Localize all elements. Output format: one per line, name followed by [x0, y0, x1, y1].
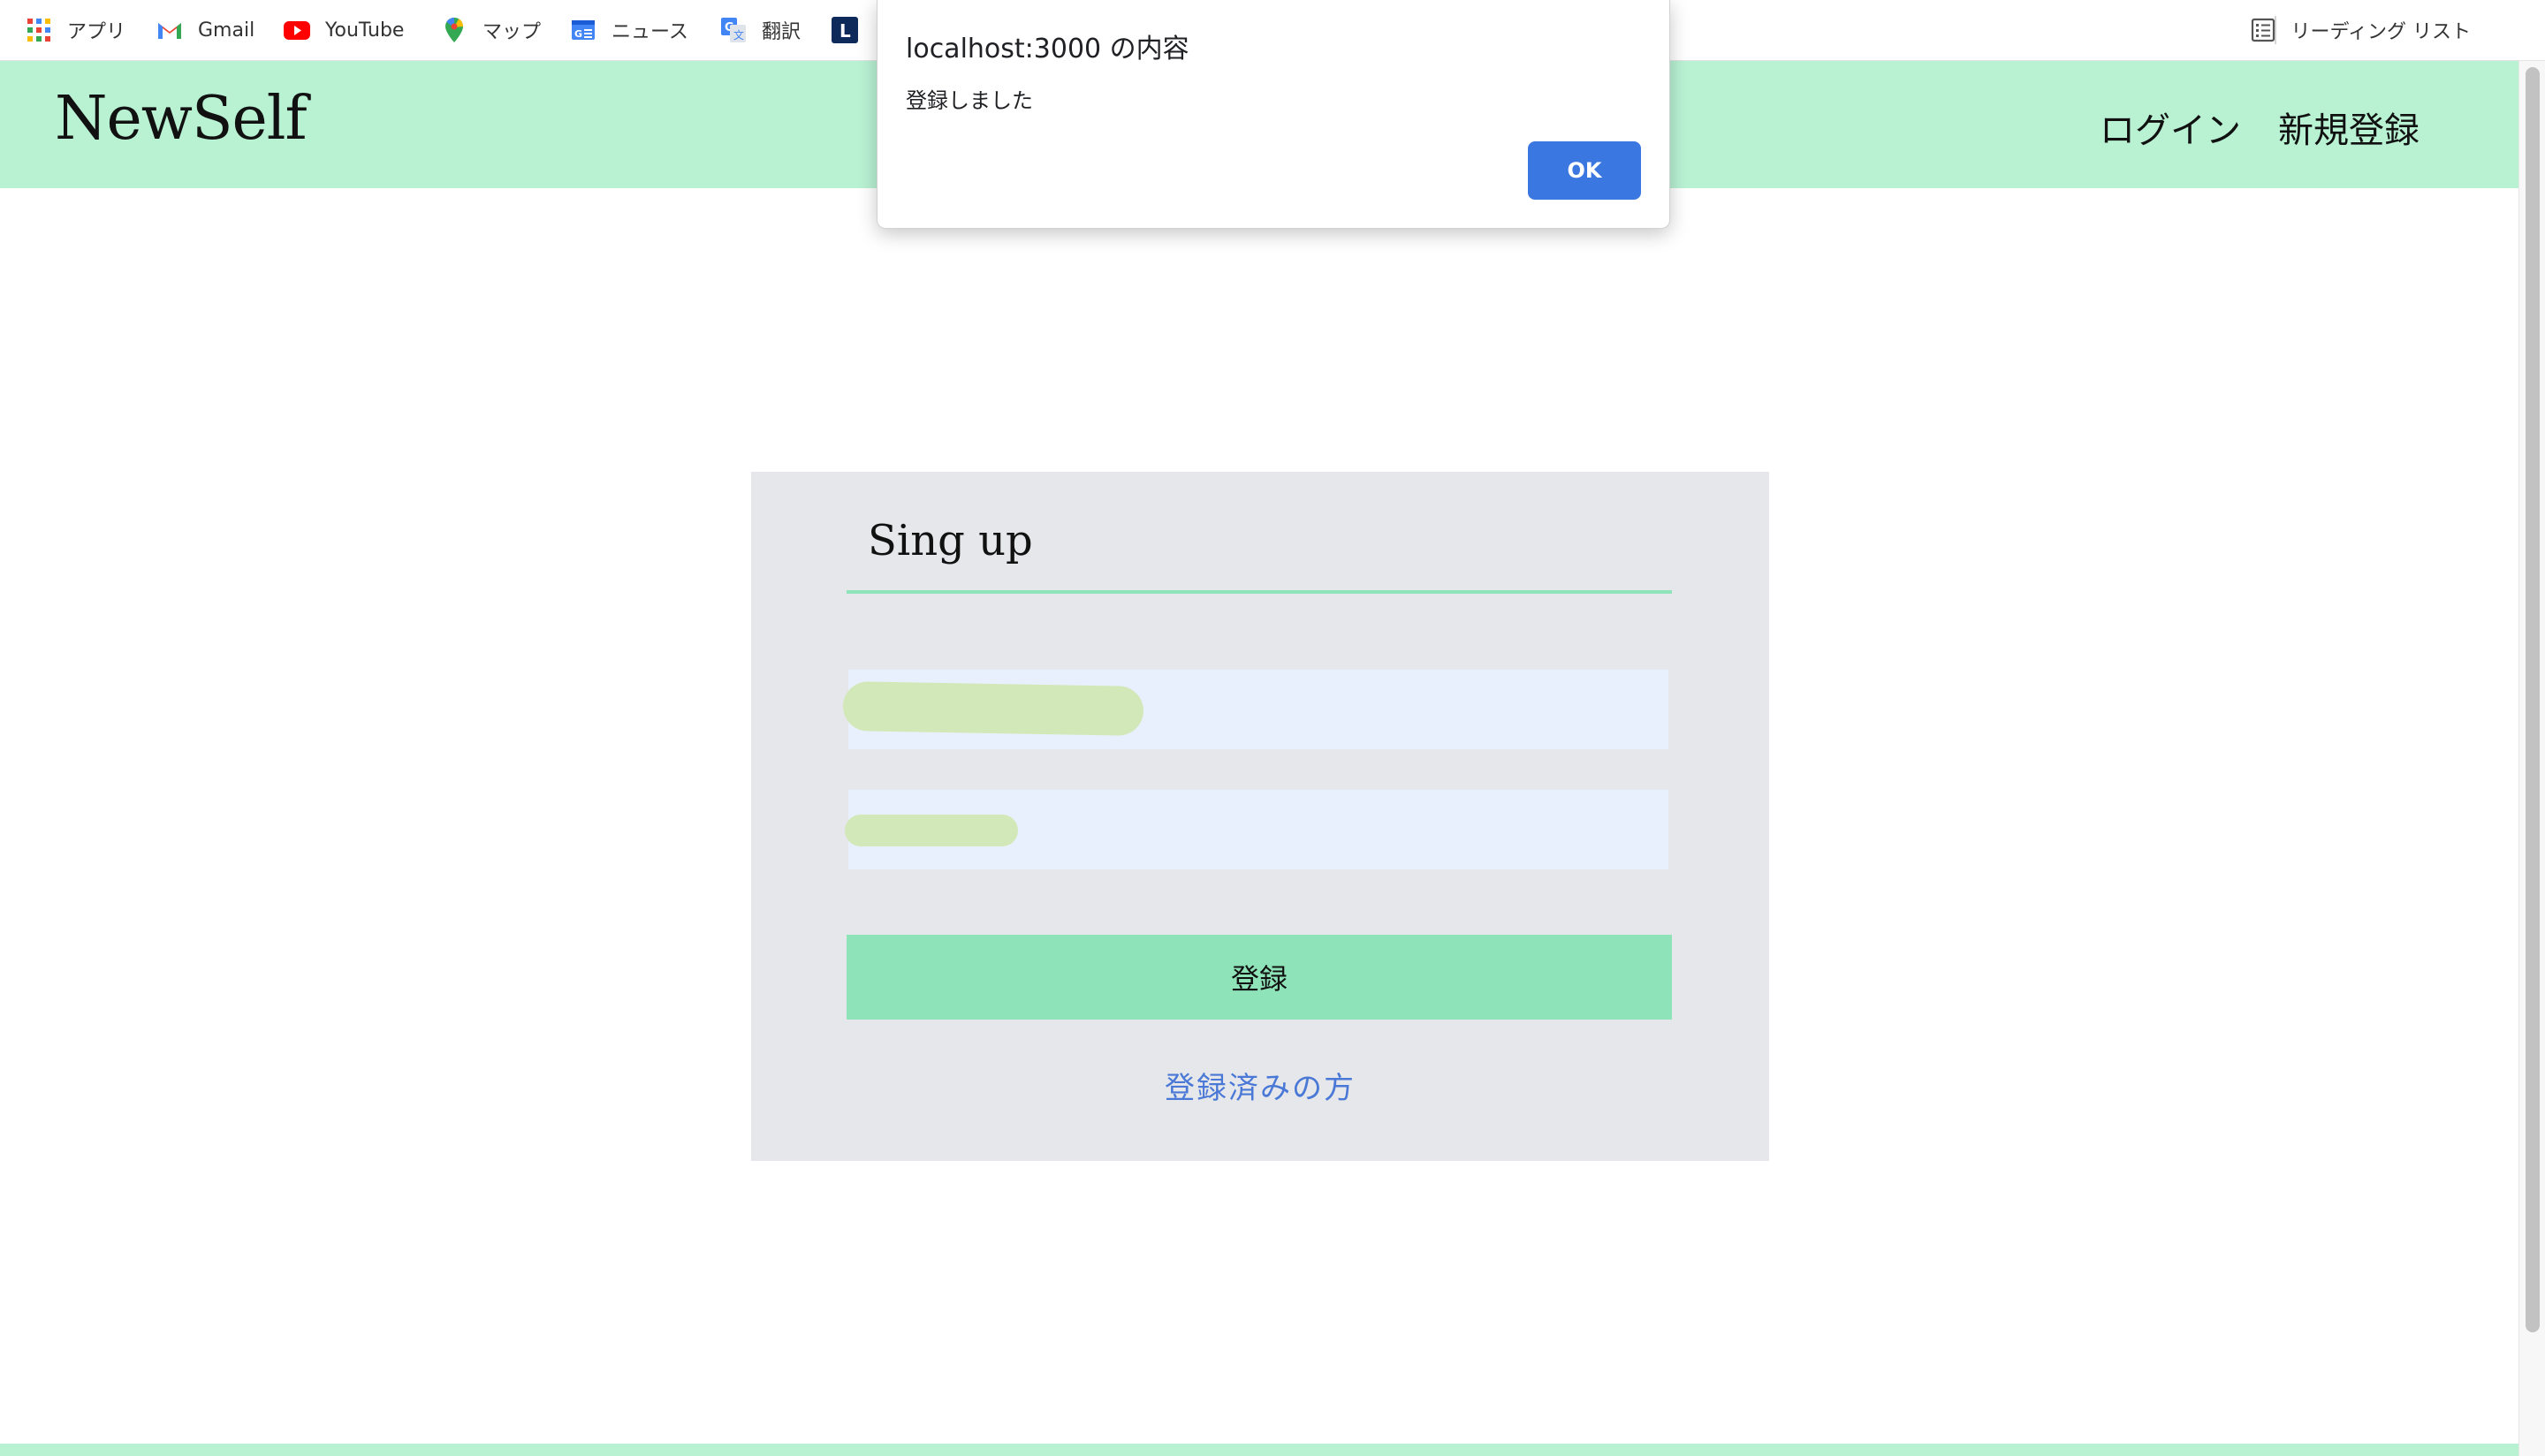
bookmark-label: 翻訳 — [762, 21, 801, 43]
signup-card: Sing up 登録 登録済みの方 — [751, 472, 1769, 1161]
signup-title: Sing up — [868, 516, 1033, 565]
redaction-mark — [845, 815, 1018, 846]
alert-dialog: localhost:3000 の内容 登録しました OK — [877, 0, 1670, 229]
gmail-icon — [156, 16, 184, 44]
bookmark-translate[interactable]: G 文 翻訳 — [719, 12, 801, 48]
site-logo[interactable]: NewSelf — [55, 84, 308, 154]
alert-ok-button[interactable]: OK — [1528, 141, 1641, 200]
bookmark-label: アプリ — [67, 21, 126, 43]
reading-list-icon — [2249, 16, 2277, 44]
svg-text:文: 文 — [733, 28, 744, 42]
bookmark-label: Gmail — [198, 19, 255, 42]
register-button[interactable]: 登録 — [847, 935, 1672, 1020]
reading-list-button[interactable]: リーディング リスト — [2249, 12, 2471, 48]
alert-title: localhost:3000 の内容 — [906, 34, 1189, 64]
bookmark-news[interactable]: G ニュース — [569, 12, 688, 48]
nav-login-link[interactable]: ログイン — [2100, 102, 2241, 153]
bookmark-apps[interactable]: アプリ — [25, 12, 125, 48]
alert-message: 登録しました — [906, 88, 1033, 113]
bookmark-gmail[interactable]: Gmail — [156, 12, 254, 48]
bookmark-label: YouTube — [325, 19, 405, 42]
redaction-mark — [842, 681, 1144, 736]
youtube-icon — [283, 16, 311, 44]
google-news-icon: G — [569, 16, 597, 44]
translate-icon: G 文 — [719, 16, 748, 44]
svg-text:L: L — [839, 20, 851, 42]
scrollbar-thumb[interactable] — [2526, 67, 2540, 1332]
bookmark-maps[interactable]: マップ — [440, 12, 541, 48]
bookmark-youtube[interactable]: YouTube — [283, 12, 404, 48]
maps-pin-icon — [440, 16, 468, 44]
reading-list-label: リーディング リスト — [2290, 21, 2471, 43]
title-divider — [847, 590, 1672, 594]
already-registered-link[interactable]: 登録済みの方 — [751, 1064, 1769, 1107]
bookmark-label: ニュース — [612, 21, 688, 43]
footer-strip — [0, 1444, 2518, 1456]
bookmark-label: マップ — [482, 21, 542, 43]
bookmark-l[interactable]: L — [831, 12, 873, 48]
svg-text:G: G — [574, 28, 582, 40]
l-logo-icon: L — [831, 16, 859, 44]
apps-grid-icon — [25, 16, 53, 44]
nav-signup-link[interactable]: 新規登録 — [2278, 102, 2420, 153]
